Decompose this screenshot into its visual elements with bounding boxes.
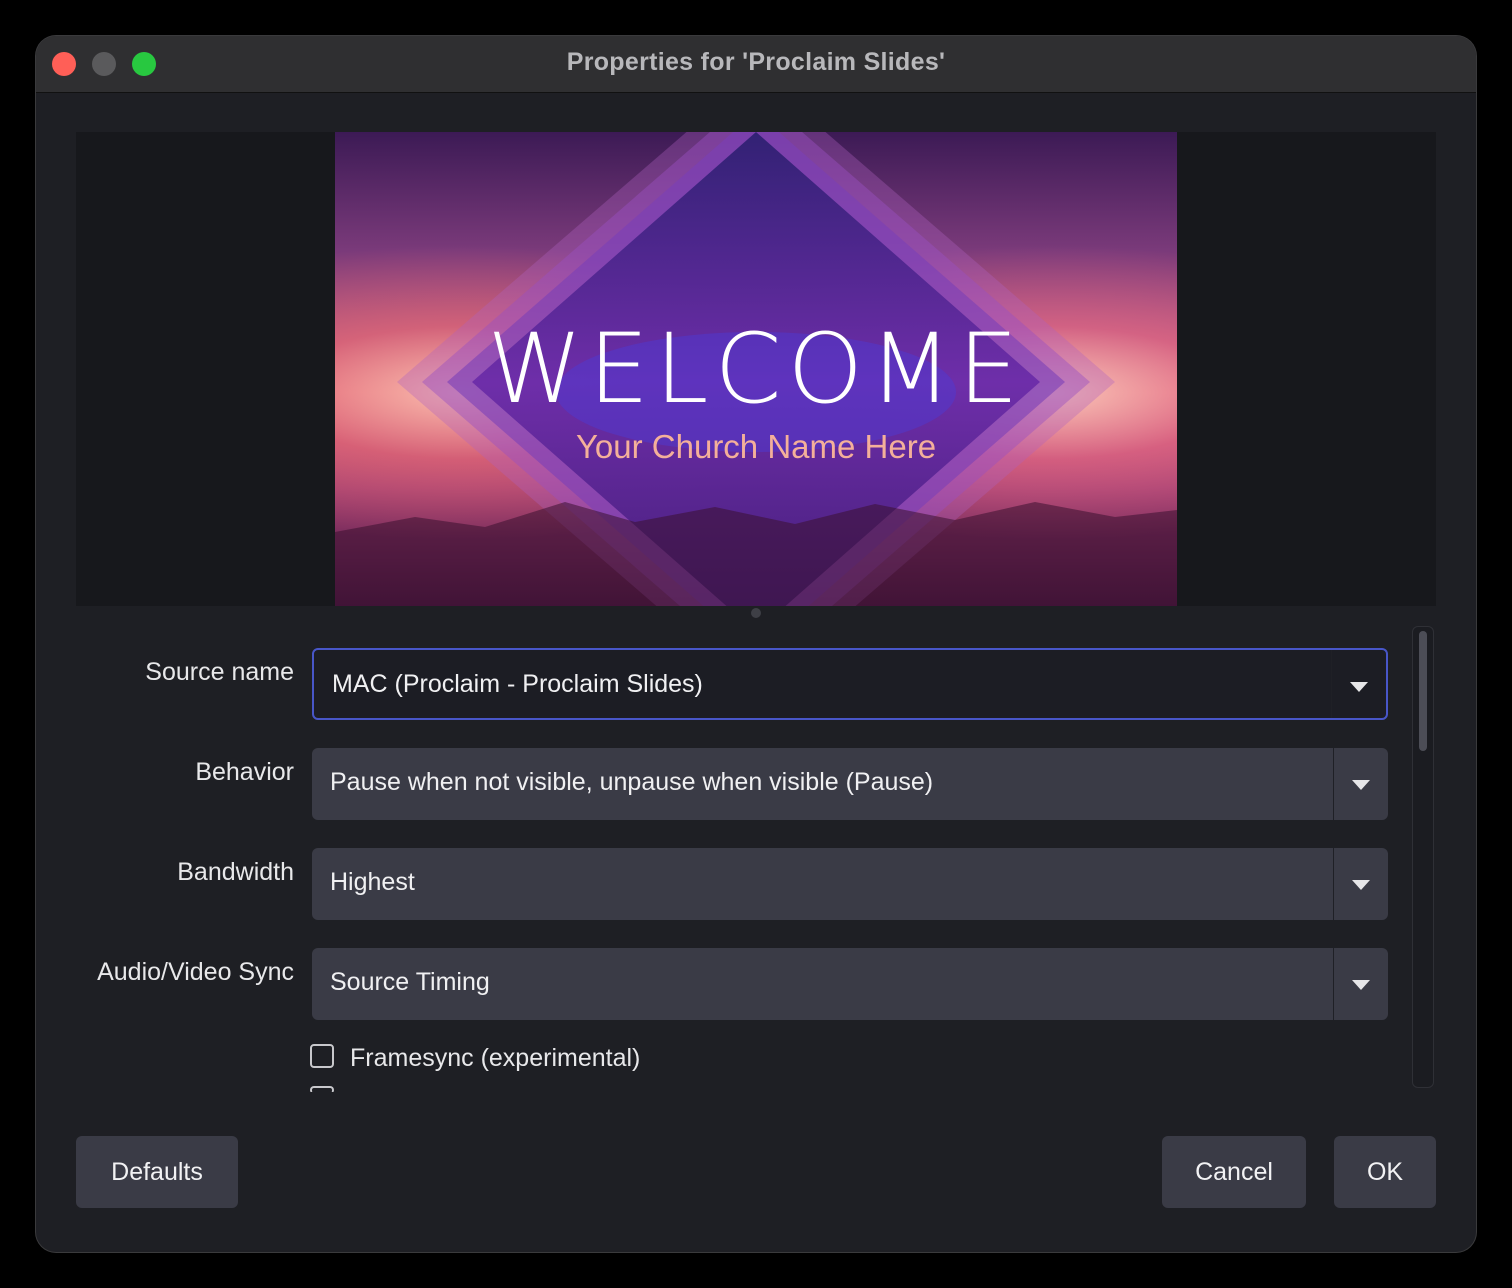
next-checkbox-partial[interactable] — [310, 1086, 334, 1092]
scrollbar-thumb[interactable] — [1419, 631, 1427, 751]
slide-church-name-text: Your Church Name Here — [575, 428, 937, 465]
chevron-down-icon[interactable] — [1352, 780, 1370, 790]
splitter-handle[interactable] — [751, 608, 761, 618]
av-sync-label: Audio/Video Sync — [97, 958, 294, 986]
ok-button[interactable]: OK — [1334, 1136, 1436, 1208]
behavior-label: Behavior — [195, 758, 294, 786]
combo-divider — [1331, 650, 1332, 718]
av-sync-value: Source Timing — [330, 968, 490, 996]
properties-window: Properties for 'Proclaim Slides' WELCOME… — [36, 36, 1476, 1252]
source-name-label: Source name — [145, 658, 294, 686]
form-scrollbar[interactable] — [1412, 626, 1434, 1088]
combo-divider — [1333, 848, 1334, 920]
behavior-value: Pause when not visible, unpause when vis… — [330, 768, 934, 796]
slide-image: WELCOME Your Church Name Here — [335, 132, 1177, 606]
title-bar[interactable]: Properties for 'Proclaim Slides' — [36, 36, 1476, 93]
combo-divider — [1333, 748, 1334, 820]
source-name-combo[interactable]: MAC (Proclaim - Proclaim Slides) — [312, 648, 1388, 720]
defaults-button[interactable]: Defaults — [76, 1136, 238, 1208]
chevron-down-icon[interactable] — [1352, 980, 1370, 990]
source-name-value: MAC (Proclaim - Proclaim Slides) — [332, 670, 703, 698]
window-title: Properties for 'Proclaim Slides' — [566, 48, 946, 76]
bandwidth-label: Bandwidth — [177, 858, 294, 886]
properties-form: Source name MAC (Proclaim - Proclaim Sli… — [36, 626, 1476, 1092]
av-sync-select[interactable]: Source Timing — [312, 948, 1388, 1020]
bandwidth-select[interactable]: Highest — [312, 848, 1388, 920]
framesync-checkbox[interactable] — [310, 1044, 334, 1068]
cancel-button[interactable]: Cancel — [1162, 1136, 1306, 1208]
behavior-select[interactable]: Pause when not visible, unpause when vis… — [312, 748, 1388, 820]
framesync-label[interactable]: Framesync (experimental) — [350, 1044, 640, 1073]
combo-divider — [1333, 948, 1334, 1020]
chevron-down-icon[interactable] — [1350, 682, 1368, 692]
chevron-down-icon[interactable] — [1352, 880, 1370, 890]
source-preview: WELCOME Your Church Name Here — [76, 132, 1436, 606]
bandwidth-value: Highest — [330, 868, 415, 896]
slide-welcome-text: WELCOME — [487, 313, 1025, 425]
